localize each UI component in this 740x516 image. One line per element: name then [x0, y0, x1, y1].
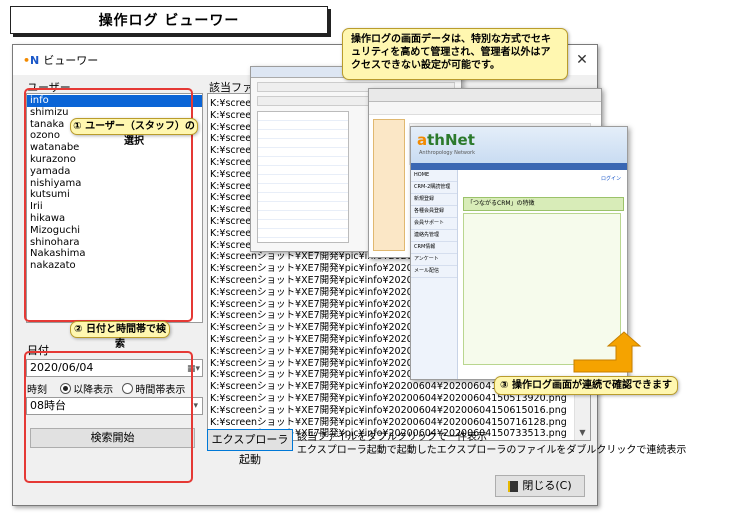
collage-heading: 「つながるCRM」の特徴 — [463, 197, 624, 211]
app-logo-icon: •N — [23, 53, 40, 67]
collage-sidebar-item: 会員サポート — [411, 218, 457, 230]
collage-sidebar-item: 連絡先管理 — [411, 230, 457, 242]
orange-arrow-icon — [573, 331, 642, 373]
collage-sidebar-item: 新規登録 — [411, 194, 457, 206]
step1-callout: ① ユーザー（スタッフ）の選択 — [70, 118, 198, 147]
door-exit-icon — [508, 480, 519, 492]
brand-logo: athNet — [417, 131, 475, 149]
collage-sidebar-item: メール配信 — [411, 266, 457, 278]
collage-sidebar-item: アンケート — [411, 254, 457, 266]
close-button[interactable]: 閉じる(C) — [495, 475, 585, 497]
file-row[interactable]: K:¥screenショット¥XE7開発¥pic¥info¥20200604¥20… — [210, 417, 574, 429]
step2-callout: ② 日付と時間帯で検索 — [70, 321, 170, 350]
date-panel-highlight — [24, 351, 193, 483]
collage-sidebar-item: CRM情報 — [411, 242, 457, 254]
file-row[interactable]: K:¥screenショット¥XE7開発¥pic¥info¥20200604¥20… — [210, 405, 574, 417]
explorer-launch-button[interactable]: エクスプローラ起動 — [207, 429, 293, 466]
scroll-down-icon[interactable]: ▼ — [575, 425, 590, 440]
security-callout: 操作ログの画面データは、特別な方式でセキュリティを高めて管理され、管理者以外はア… — [342, 28, 568, 80]
collage-sidebar-item: CRM-2購読管理 — [411, 182, 457, 194]
step3-callout: ③ 操作ログ画面が連続で確認できます — [494, 376, 678, 395]
chevron-down-icon: ▾ — [193, 401, 198, 411]
explorer-hint-continuous: エクスプローラ起動で起動したエクスプローラのファイルをダブルクリックで連続表示 — [297, 445, 687, 456]
collage-sidebar-item: 各種会員登録 — [411, 206, 457, 218]
collage-sidebar: HOME CRM-2購読管理 新規登録 各種会員登録 会員サポート 連絡先管理 CRM情報ア… — [411, 170, 458, 379]
page-banner-title: 操作ログ ビューワー — [10, 6, 328, 34]
screenshot-collage: athNet Anthropology Network HOME CRM-2購読管… — [250, 66, 628, 380]
window-title: ビューワー — [43, 54, 99, 67]
collage-sidebar-item: HOME — [411, 170, 457, 182]
